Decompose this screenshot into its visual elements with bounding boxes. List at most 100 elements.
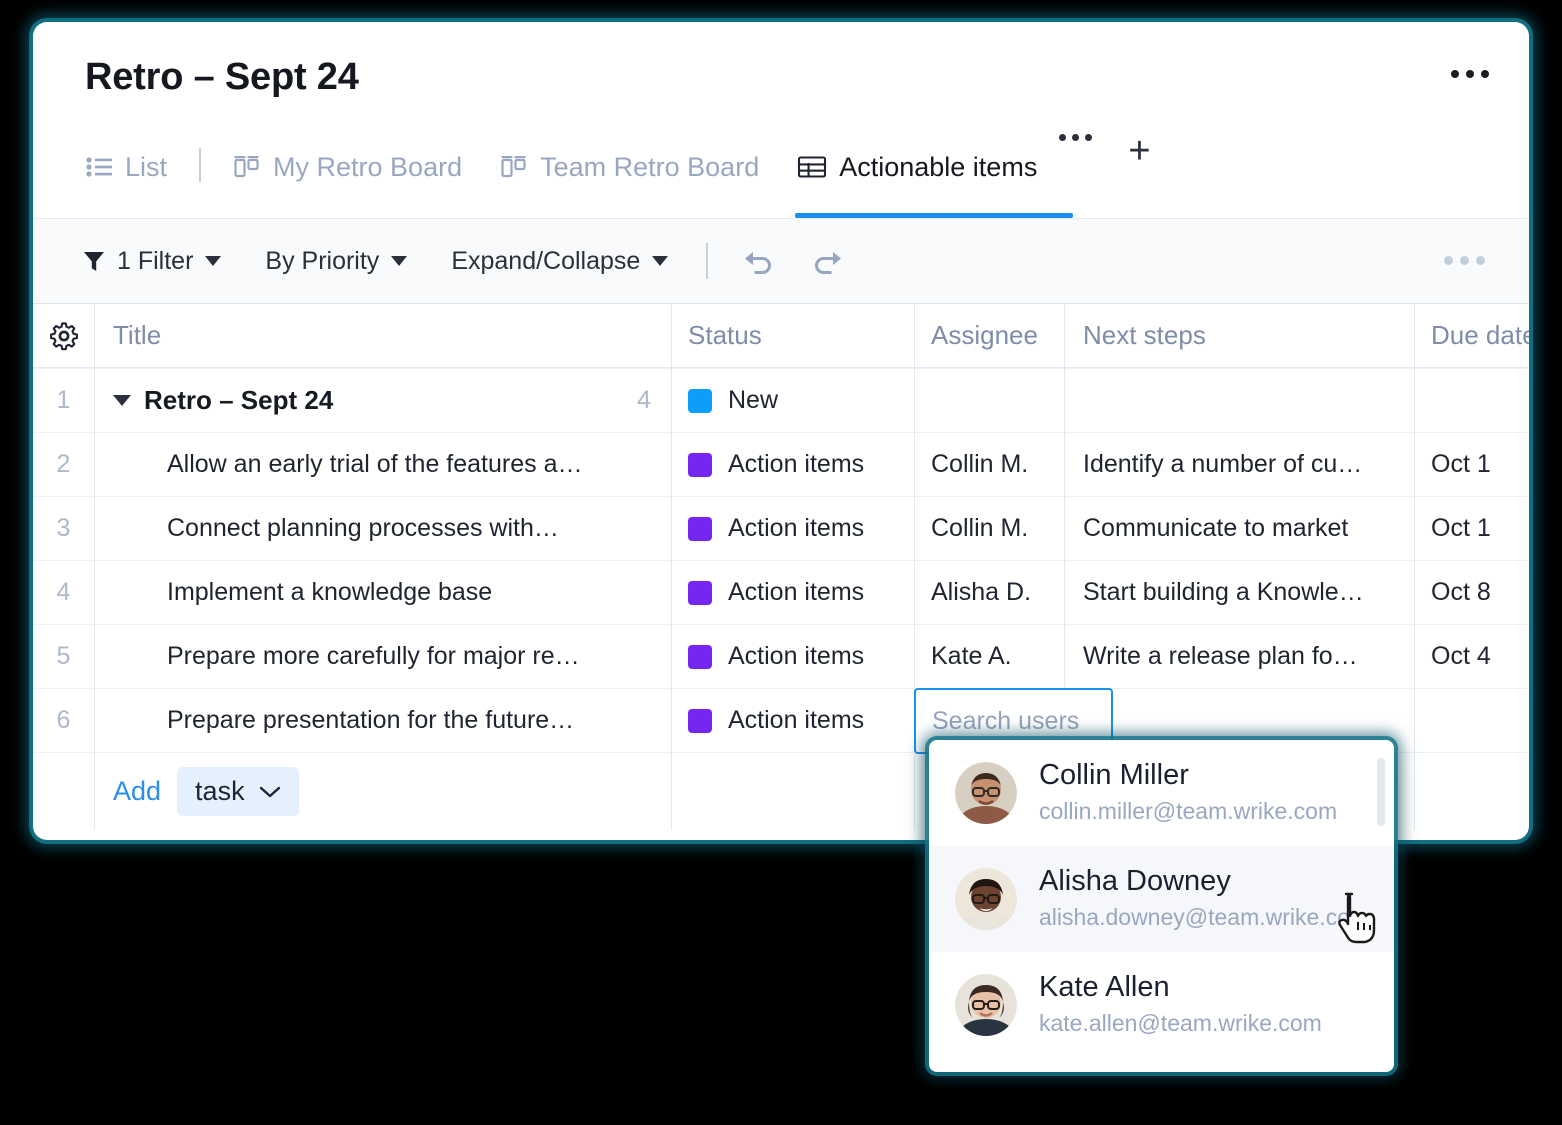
user-name: Alisha Downey	[1039, 864, 1231, 897]
table-row[interactable]: 5 Prepare more carefully for major re… A…	[33, 624, 1529, 688]
list-view-icon	[85, 154, 113, 180]
chevron-down-icon[interactable]	[113, 395, 131, 406]
tab-options-ellipsis-icon[interactable]	[1059, 134, 1093, 141]
group-status-cell[interactable]: New	[672, 369, 915, 432]
title-bar: Retro – Sept 24	[33, 22, 1529, 118]
column-header-assignee[interactable]: Assignee	[915, 304, 1065, 367]
column-header-title[interactable]: Title	[95, 304, 672, 367]
status-color-swatch	[688, 644, 712, 669]
due-date-label: Oct 1	[1431, 514, 1491, 542]
assignee-cell[interactable]: Collin M.	[915, 433, 1065, 496]
table-group-row[interactable]: 1 Retro – Sept 24 4 New	[33, 368, 1529, 432]
next-steps-label: Write a release plan fo…	[1083, 642, 1358, 670]
table-row[interactable]: 4 Implement a knowledge base Action item…	[33, 560, 1529, 624]
group-due-date-cell[interactable]	[1415, 369, 1529, 432]
add-type-dropdown[interactable]: task	[177, 767, 299, 816]
redo-button[interactable]	[810, 246, 844, 276]
next-steps-cell[interactable]: Write a release plan fo…	[1065, 625, 1415, 688]
task-title: Prepare more carefully for major re…	[167, 642, 580, 670]
ellipsis-icon[interactable]	[1451, 70, 1489, 78]
title-cell[interactable]: Prepare presentation for the future…	[95, 689, 672, 752]
column-label: Due date	[1431, 320, 1529, 350]
assignee-cell[interactable]: Alisha D.	[915, 561, 1065, 624]
status-label: Action items	[728, 578, 865, 606]
next-steps-cell[interactable]: Start building a Knowle…	[1065, 561, 1415, 624]
title-cell[interactable]: Implement a knowledge base	[95, 561, 672, 624]
user-email: alisha.downey@team.wrike.co	[1039, 904, 1350, 931]
status-cell[interactable]: Action items	[672, 561, 915, 624]
user-option-kate-allen[interactable]: Kate Allen kate.allen@team.wrike.com	[929, 952, 1394, 1058]
assignee-label: Collin M.	[931, 514, 1029, 542]
tab-list[interactable]: List	[83, 130, 169, 204]
tab-my-retro-board[interactable]: My Retro Board	[231, 130, 464, 204]
status-cell[interactable]: Action items	[672, 689, 915, 752]
group-next-steps-cell[interactable]	[1065, 369, 1415, 432]
add-type-label: task	[195, 776, 245, 806]
user-email: collin.miller@team.wrike.com	[1039, 798, 1338, 825]
tab-label: List	[125, 151, 168, 182]
sort-button[interactable]: By Priority	[265, 246, 408, 276]
toolbar-more-ellipsis-icon[interactable]	[1444, 256, 1485, 265]
title-cell[interactable]: Connect planning processes with…	[95, 497, 672, 560]
column-header-next-steps[interactable]: Next steps	[1065, 304, 1415, 367]
add-tab-icon[interactable]: +	[1128, 132, 1150, 170]
assignee-label: Kate A.	[931, 642, 1012, 670]
filter-button[interactable]: 1 Filter	[81, 246, 222, 276]
due-date-cell[interactable]: Oct 8	[1415, 561, 1529, 624]
user-search-dropdown[interactable]: Collin Miller collin.miller@team.wrike.c…	[929, 740, 1394, 1072]
due-date-label: Oct 1	[1431, 450, 1491, 478]
avatar	[955, 762, 1017, 824]
due-date-cell[interactable]	[1415, 689, 1529, 752]
view-tabs: List My Retro Board Team Retro Board Act…	[83, 130, 1151, 222]
row-number: 6	[33, 689, 95, 752]
assignee-cell[interactable]: Kate A.	[915, 625, 1065, 688]
expand-collapse-button[interactable]: Expand/Collapse	[451, 247, 669, 276]
assignee-cell[interactable]: Collin M.	[915, 497, 1065, 560]
table-row[interactable]: 2 Allow an early trial of the features a…	[33, 432, 1529, 496]
next-steps-cell[interactable]: Communicate to market	[1065, 497, 1415, 560]
filter-label: 1 Filter	[117, 246, 194, 275]
row-number: 1	[33, 369, 95, 432]
next-steps-cell[interactable]: Identify a number of cu…	[1065, 433, 1415, 496]
group-title: Retro – Sept 24	[144, 385, 334, 415]
assignee-label: Collin M.	[931, 450, 1029, 478]
status-color-swatch	[688, 708, 712, 733]
group-title-cell[interactable]: Retro – Sept 24 4	[95, 369, 672, 432]
tab-label: Actionable items	[839, 151, 1038, 182]
add-row-due-date-cell	[1415, 753, 1529, 830]
undo-button[interactable]	[742, 246, 776, 276]
due-date-cell[interactable]: Oct 4	[1415, 625, 1529, 688]
redo-icon	[810, 246, 844, 276]
title-cell[interactable]: Prepare more carefully for major re…	[95, 625, 672, 688]
user-option-alisha-downey[interactable]: Alisha Downey alisha.downey@team.wrike.c…	[929, 846, 1394, 952]
search-placeholder: Search users	[932, 706, 1080, 735]
due-date-cell[interactable]: Oct 1	[1415, 433, 1529, 496]
group-count: 4	[637, 386, 651, 414]
due-date-cell[interactable]: Oct 1	[1415, 497, 1529, 560]
status-cell[interactable]: Action items	[672, 625, 915, 688]
sort-label: By Priority	[265, 246, 380, 275]
page-title: Retro – Sept 24	[85, 56, 359, 98]
group-assignee-cell[interactable]	[915, 369, 1065, 432]
add-link[interactable]: Add	[113, 776, 161, 807]
tab-label: Team Retro Board	[540, 151, 760, 182]
status-label: Action items	[728, 642, 865, 670]
column-header-due-date[interactable]: Due date	[1415, 304, 1529, 367]
user-name: Kate Allen	[1039, 970, 1170, 1003]
dropdown-scrollbar[interactable]	[1377, 758, 1385, 826]
tab-actionable-items[interactable]: Actionable items	[795, 130, 1074, 218]
toolbar-divider	[706, 243, 709, 279]
column-header-status[interactable]: Status	[672, 304, 915, 367]
status-cell[interactable]: Action items	[672, 497, 915, 560]
chevron-down-icon	[259, 785, 281, 799]
assignee-label: Alisha D.	[931, 578, 1032, 606]
table-row[interactable]: 3 Connect planning processes with… Actio…	[33, 496, 1529, 560]
column-settings-gear-icon[interactable]	[33, 304, 95, 367]
next-steps-label: Identify a number of cu…	[1083, 450, 1363, 478]
task-title: Allow an early trial of the features a…	[167, 450, 583, 478]
user-option-collin-miller[interactable]: Collin Miller collin.miller@team.wrike.c…	[929, 740, 1394, 846]
status-cell[interactable]: Action items	[672, 433, 915, 496]
tab-team-retro-board[interactable]: Team Retro Board	[498, 130, 761, 204]
chevron-down-icon	[391, 256, 408, 266]
title-cell[interactable]: Allow an early trial of the features a…	[95, 433, 672, 496]
